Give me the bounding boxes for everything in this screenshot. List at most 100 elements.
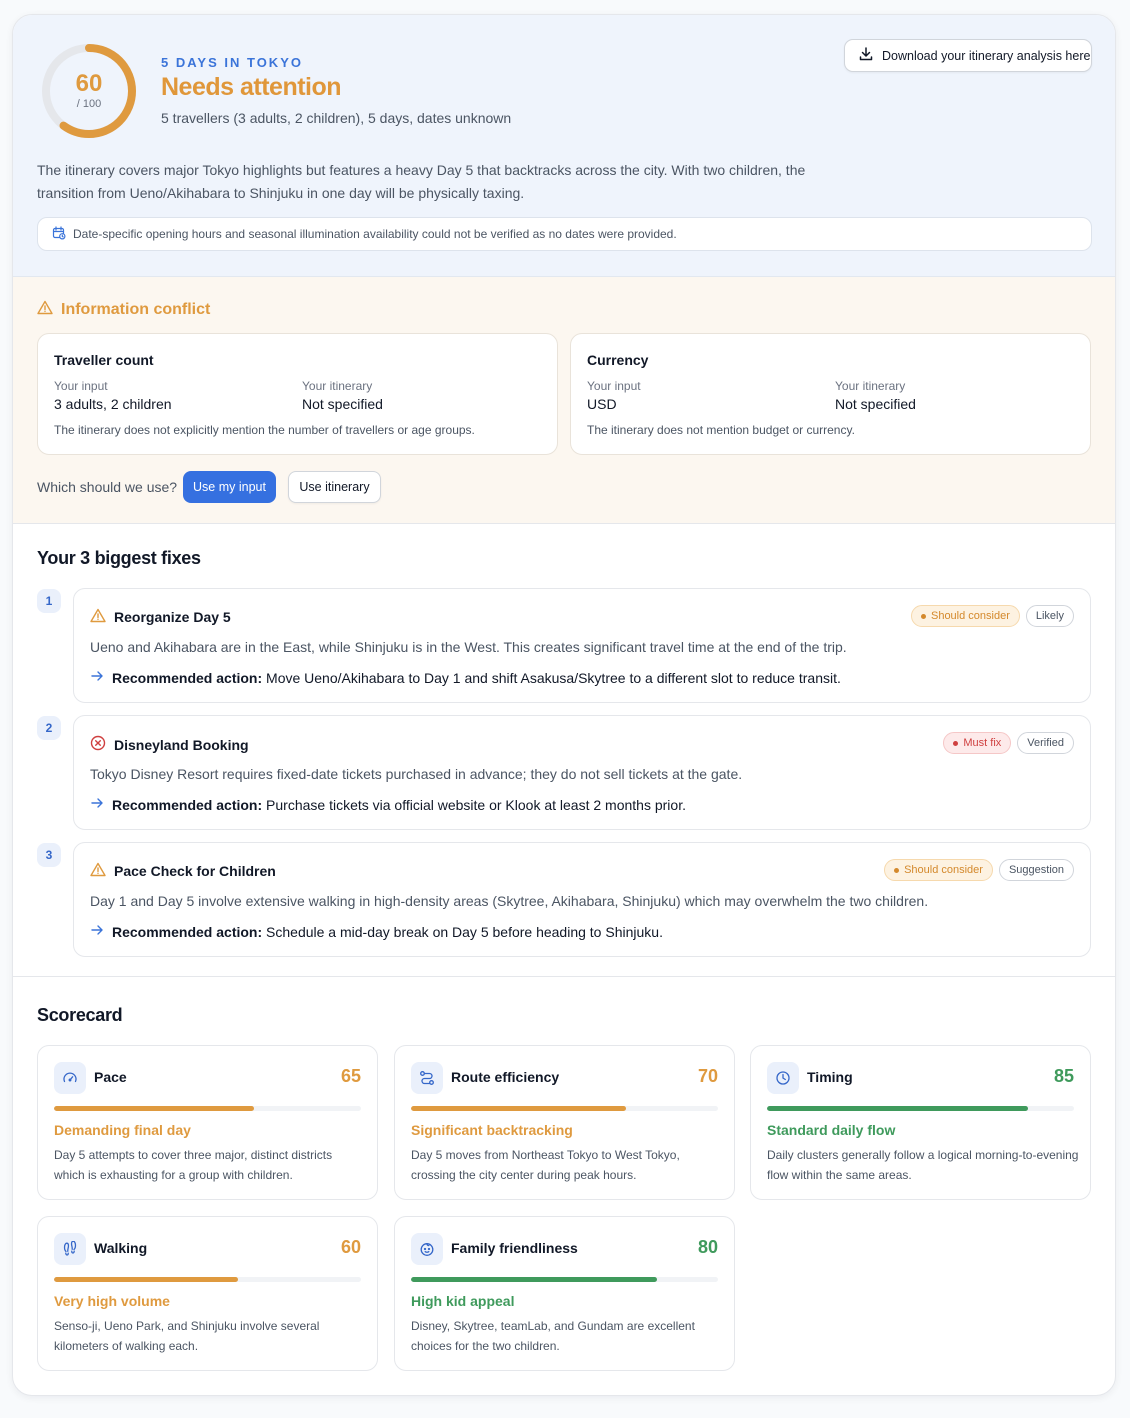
fixes-section: Your 3 biggest fixes 1 Reorganize Day 5 … [13,524,1115,977]
score-card-family-friendliness: Family friendliness 80 High kid appeal D… [394,1216,735,1371]
action-text: Recommended action: Move Ueno/Akihabara … [112,670,841,686]
score-bar-fill [54,1277,239,1282]
fix-badges: Should consider Suggestion [884,859,1074,881]
score-value: 65 [340,1066,361,1086]
score-bar [411,1277,718,1282]
score-card-route-efficiency: Route efficiency 70 Significant backtrac… [394,1045,735,1200]
score-description: Disney, Skytree, teamLab, and Gundam are… [411,1319,695,1353]
use-my-input-button[interactable]: Use my input [183,471,276,503]
fix-badges: Should consider Likely [910,605,1074,627]
conflict-box-title: Currency [587,352,649,368]
fix-description: Tokyo Disney Resort requires fixed-date … [90,766,743,782]
analysis-card: 60 / 100 5 DAYS IN TOKYO Needs attention… [12,14,1116,1396]
score-description: Day 5 attempts to cover three major, dis… [54,1148,333,1182]
error-icon [90,735,106,754]
use-itinerary-button[interactable]: Use itinerary [288,471,381,503]
conflict-box-traveller-count: Traveller count Your input Your itinerar… [37,333,558,455]
conflict-box-currency: Currency Your input Your itinerary USD N… [570,333,1091,455]
severity-dot [920,613,926,619]
score-value: 70 [697,1066,718,1086]
score-description: Daily clusters generally follow a logica… [767,1148,1079,1182]
conflict-note: The itinerary does not mention budget or… [587,423,855,437]
itinerary-value: Not specified [835,396,916,412]
itinerary-label: Your itinerary [835,379,906,393]
severity-label: Must fix [963,737,1002,749]
score-name: Timing [807,1069,853,1085]
confidence-badge: Likely [1025,605,1074,627]
action-prefix: Recommended action: [112,669,263,686]
route-icon [411,1062,443,1094]
fix-title: Disneyland Booking [114,736,249,753]
confidence-badge: Suggestion [998,859,1074,881]
score-value: 85 [1053,1066,1074,1086]
score-value: 60 [340,1237,361,1257]
severity-badge: Must fix [943,732,1012,754]
action-detail: Move Ueno/Akihabara to Day 1 and shift A… [266,669,841,686]
score-card-timing: Timing 85 Standard daily flow Daily clus… [750,1045,1091,1200]
warning-icon [37,300,53,320]
severity-dot [894,867,900,873]
severity-badge: Should consider [884,859,993,881]
hero-section: 60 / 100 5 DAYS IN TOKYO Needs attention… [13,15,1115,277]
action-text: Recommended action: Purchase tickets via… [112,797,686,813]
arrow-right-icon [90,669,104,686]
action-text: Recommended action: Schedule a mid-day b… [112,924,663,940]
fix-header: Disneyland Booking [90,735,249,754]
fix-header: Reorganize Day 5 [90,608,231,626]
score-name: Walking [94,1240,148,1256]
score-subtitle: Significant backtracking [411,1122,573,1138]
date-notice: Date-specific opening hours and seasonal… [37,217,1092,251]
confidence-badge: Verified [1017,732,1074,754]
calendar-clock-icon [52,225,66,243]
fix-header: Pace Check for Children [90,862,276,880]
score-value: 80 [697,1237,718,1257]
fix-action: Recommended action: Move Ueno/Akihabara … [90,669,841,686]
fix-card[interactable]: Reorganize Day 5 Should consider Likely … [73,588,1091,703]
score-card-pace: Pace 65 Demanding final day Day 5 attemp… [37,1045,378,1200]
fix-title: Pace Check for Children [114,863,276,879]
action-prefix: Recommended action: [112,796,263,813]
score-bar [411,1106,718,1111]
score-name: Pace [94,1069,127,1085]
score-subtitle: Standard daily flow [767,1122,896,1138]
download-button[interactable]: Download your itinerary analysis here [844,39,1092,72]
download-icon [858,46,874,65]
warning-icon [90,862,106,880]
fix-badges: Must fix Verified [943,732,1074,754]
severity-dot [953,740,959,746]
score-bar-fill [411,1106,626,1111]
score-description: Day 5 moves from Northeast Tokyo to West… [411,1148,680,1182]
action-prefix: Recommended action: [112,923,263,940]
input-value: 3 adults, 2 children [54,396,172,412]
fix-card[interactable]: Disneyland Booking Must fix Verified Tok… [73,715,1091,830]
severity-badge: Should consider [910,605,1020,627]
conflict-note: The itinerary does not explicitly mentio… [54,423,475,437]
conflict-header: Information conflict [37,300,210,320]
fix-card[interactable]: Pace Check for Children Should consider … [73,842,1091,957]
score-bar-fill [54,1106,254,1111]
date-notice-text: Date-specific opening hours and seasonal… [73,227,677,241]
score-bar-fill [767,1106,1028,1111]
scorecard-title: Scorecard [37,1005,123,1025]
overall-status: Needs attention [161,73,342,101]
score-ring-label: 60 / 100 [41,43,137,139]
clock-icon [767,1062,799,1094]
input-label: Your input [587,379,641,393]
conflict-title: Information conflict [61,301,211,318]
conflict-box-title: Traveller count [54,352,154,368]
baby-face-icon [411,1233,443,1265]
arrow-right-icon [90,923,104,940]
summary-text: The itinerary covers major Tokyo highlig… [37,162,806,201]
choice-question: Which should we use? [37,479,178,495]
scorecard-section: Scorecard Pace 65 Demanding final day Da… [13,977,1115,1395]
arrow-right-icon [90,796,104,813]
severity-label: Should consider [930,610,1010,622]
fix-number: 1 [37,589,61,613]
score-name: Family friendliness [451,1240,578,1256]
overall-score: 60 [75,70,103,97]
itinerary-label: Your itinerary [302,379,373,393]
severity-label: Should consider [904,864,983,876]
score-subtitle: Very high volume [54,1293,170,1309]
score-description: Senso-ji, Ueno Park, and Shinjuku involv… [54,1319,320,1353]
fix-action: Recommended action: Schedule a mid-day b… [90,923,663,940]
